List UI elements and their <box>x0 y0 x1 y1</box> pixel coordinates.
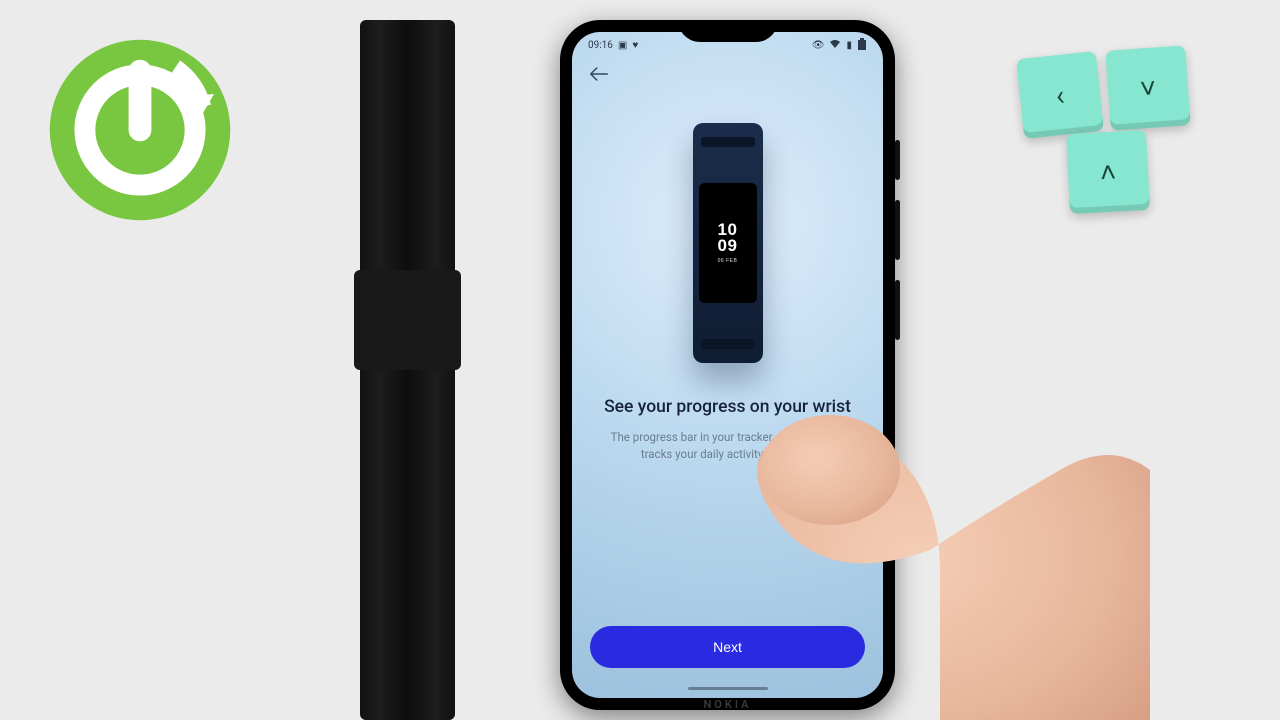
onboarding-title: See your progress on your wrist <box>594 397 861 417</box>
status-bar: 09:16 ▣ ♥ 👁 ▮ <box>572 32 883 58</box>
prop-watch-band <box>360 20 455 720</box>
status-icon-signal: ▮ <box>846 40 852 51</box>
phone-volume-up <box>895 200 900 260</box>
prop-keycap-up-arrow: ˄ <box>1066 130 1150 214</box>
status-icon-wifi <box>829 39 841 52</box>
prop-keycap-left-arrow: ‹ <box>1016 51 1104 139</box>
tracker-date: 06 FEB <box>718 258 738 264</box>
status-icon-eye: 👁 <box>812 40 825 51</box>
tracker-hero-illustration: 10 09 06 FEB <box>572 93 883 393</box>
phone-volume-down <box>895 280 900 340</box>
status-icon-sim: ▣ <box>618 40 627 51</box>
status-icon-battery <box>857 38 867 53</box>
next-button[interactable]: Next <box>590 626 865 668</box>
prop-watch-clasp <box>354 270 461 370</box>
home-indicator[interactable] <box>688 687 768 690</box>
phone-device: 09:16 ▣ ♥ 👁 ▮ <box>560 20 895 710</box>
back-icon[interactable] <box>590 66 608 85</box>
prop-keycap-down-arrow: ˅ <box>1105 45 1190 130</box>
status-time: 09:16 <box>588 40 613 51</box>
tracker-device-image: 10 09 06 FEB <box>693 123 763 363</box>
status-icon-heart: ♥ <box>632 40 638 51</box>
onboarding-subtitle: The progress bar in your tracker automat… <box>594 429 861 464</box>
phone-brand-label: NOKIA <box>704 698 752 711</box>
tracker-time-bottom: 09 <box>718 238 738 254</box>
phone-screen: 09:16 ▣ ♥ 👁 ▮ <box>572 32 883 698</box>
phone-side-button <box>895 140 900 180</box>
tracker-face: 10 09 06 FEB <box>699 183 757 303</box>
tracker-time: 10 09 <box>718 222 738 254</box>
brand-logo-power-icon <box>45 35 235 225</box>
